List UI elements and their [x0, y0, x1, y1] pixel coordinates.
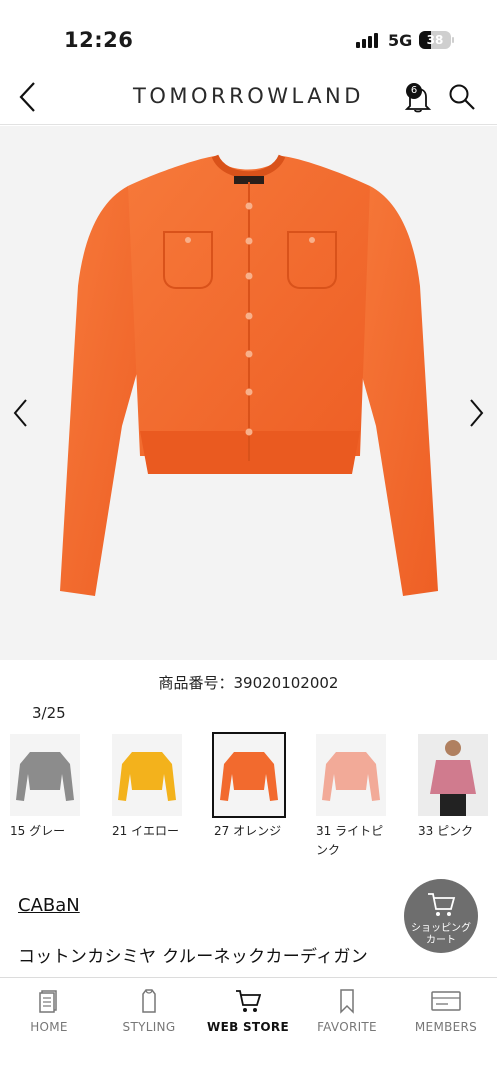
cart-button-label: ショッピング カート	[404, 923, 478, 947]
notification-button[interactable]: 6	[402, 82, 434, 114]
shopping-cart-button[interactable]: ショッピング カート	[404, 879, 478, 953]
member-card-icon	[431, 991, 461, 1011]
bottom-navigation: HOME STYLING WEB STORE FAVORITE MEMBERS	[0, 977, 497, 1080]
nav-label: FAVORITE	[317, 1020, 377, 1034]
previous-image-button[interactable]	[9, 396, 33, 430]
swatch-thumbnail	[316, 734, 386, 816]
color-swatch-list: 15 グレー 21 イエロー 27 オレンジ 31 ライトピ ンク 33 ピンク	[0, 732, 497, 864]
swatch-label-line: ンク	[316, 843, 341, 857]
nav-label: WEB STORE	[207, 1020, 289, 1034]
swatch-thumbnail	[212, 732, 286, 818]
signal-icon	[356, 33, 378, 48]
nav-members[interactable]: MEMBERS	[401, 988, 491, 1034]
product-number: 商品番号：39020102002	[158, 674, 339, 692]
nav-label: STYLING	[122, 1020, 176, 1034]
color-swatch[interactable]: 21 イエロー	[112, 734, 204, 841]
brand-link[interactable]: CABaN	[18, 895, 80, 916]
swatch-label: 15 グレー	[10, 824, 66, 838]
swatch-thumbnail	[418, 734, 488, 816]
bookmark-icon	[340, 989, 354, 1014]
swatch-thumbnail	[112, 734, 182, 816]
cart-icon	[428, 893, 456, 916]
color-swatch[interactable]: 31 ライトピ ンク	[316, 734, 408, 860]
status-time: 12:26	[64, 28, 134, 52]
nav-home[interactable]: HOME	[4, 988, 94, 1034]
cart-label-line: ショッピング	[411, 923, 471, 934]
color-swatch[interactable]: 15 グレー	[10, 734, 102, 841]
network-type: 5G	[388, 31, 413, 50]
nav-styling[interactable]: STYLING	[104, 988, 194, 1034]
app-header: TOMORROWLAND 6	[0, 70, 497, 125]
hanger-icon	[142, 989, 156, 1013]
chevron-right-icon	[470, 399, 484, 427]
battery-level: 38	[426, 33, 444, 47]
search-icon	[449, 84, 475, 110]
cart-icon	[236, 990, 261, 1012]
swatch-label: 31 ライトピ ンク	[316, 822, 408, 860]
next-image-button[interactable]	[464, 396, 488, 430]
cart-label-line: カート	[426, 935, 456, 946]
image-counter: 3/25	[32, 704, 66, 722]
swatch-thumbnail	[10, 734, 80, 816]
battery-icon: 38	[419, 31, 451, 49]
swatch-label-line: 31 ライトピ	[316, 824, 384, 838]
home-icon	[39, 990, 57, 1013]
search-button[interactable]	[447, 82, 477, 112]
color-swatch[interactable]: 33 ピンク	[418, 734, 497, 841]
status-bar: 12:26 5G 38	[0, 0, 497, 70]
chevron-left-icon	[13, 399, 27, 427]
swatch-label: 27 オレンジ	[214, 824, 282, 838]
product-image	[60, 154, 438, 596]
product-image-carousel[interactable]	[0, 126, 497, 660]
product-title: コットンカシミヤ クルーネックカーディガン	[18, 947, 369, 967]
nav-label: HOME	[30, 1020, 68, 1034]
nav-favorite[interactable]: FAVORITE	[302, 988, 392, 1034]
battery-tip	[452, 37, 454, 43]
notification-badge: 6	[406, 83, 422, 99]
swatch-label: 33 ピンク	[418, 824, 474, 838]
swatch-label: 21 イエロー	[112, 824, 179, 838]
nav-web-store[interactable]: WEB STORE	[203, 988, 293, 1034]
nav-label: MEMBERS	[414, 1020, 478, 1034]
color-swatch-selected[interactable]: 27 オレンジ	[212, 732, 306, 841]
